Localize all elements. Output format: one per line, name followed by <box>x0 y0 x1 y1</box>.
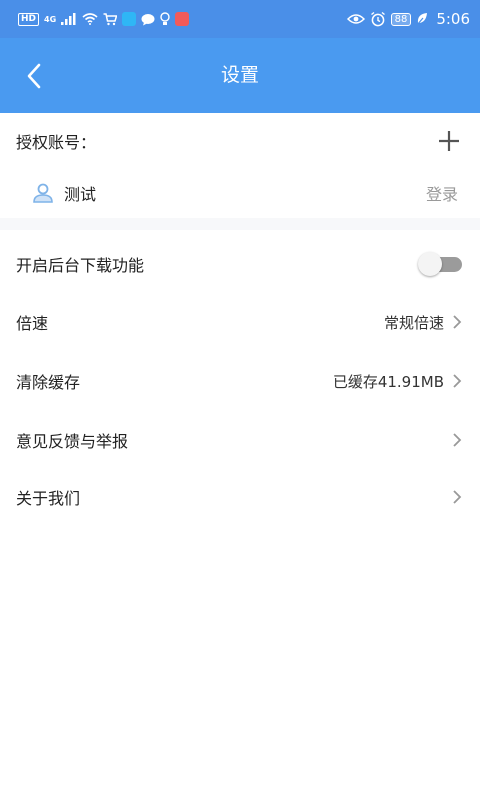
toggle-knob <box>418 251 442 276</box>
account-user-name: 测试 <box>64 185 97 204</box>
speed-value: 常规倍速 <box>383 313 444 332</box>
account-label: 授权账号： <box>16 132 97 152</box>
status-bar: HD 4G 88 5:06 <box>0 0 480 38</box>
about-row[interactable]: 关于我们 <box>0 469 480 525</box>
wifi-icon <box>82 13 98 25</box>
background-download-row: 开启后台下载功能 <box>0 235 480 292</box>
account-user-info: 测试 <box>16 181 96 205</box>
clear-cache-label: 清除缓存 <box>16 373 81 392</box>
feedback-row[interactable]: 意见反馈与举报 <box>0 411 480 469</box>
hd-badge: HD <box>18 12 40 26</box>
background-download-toggle[interactable] <box>418 251 462 276</box>
battery-indicator: 88 <box>390 12 412 26</box>
chevron-right-icon <box>453 315 462 329</box>
feedback-label: 意见反馈与举报 <box>16 432 129 451</box>
chat-bubble-icon <box>141 13 155 25</box>
speed-value-group: 常规倍速 <box>384 312 464 333</box>
chevron-right-icon <box>453 433 462 447</box>
cart-icon <box>103 12 118 25</box>
plus-icon <box>439 130 459 151</box>
speed-row[interactable]: 倍速 常规倍速 <box>0 293 480 351</box>
alarm-icon <box>370 11 385 27</box>
login-button[interactable]: 登录 <box>426 181 464 205</box>
about-chevron-group <box>450 488 464 506</box>
cache-size-value: 已缓存41.91MB <box>332 372 444 391</box>
clock: 5:06 <box>436 10 470 28</box>
chevron-right-icon <box>453 374 462 388</box>
clear-cache-row[interactable]: 清除缓存 已缓存41.91MB <box>0 352 480 410</box>
user-icon <box>33 183 53 203</box>
speed-label: 倍速 <box>16 314 49 333</box>
back-button[interactable] <box>14 56 54 96</box>
network-type-badge: 4G <box>44 14 57 24</box>
section-divider <box>0 218 480 230</box>
app-notification-icon <box>175 12 190 26</box>
add-account-button[interactable] <box>438 130 464 152</box>
signal-icon <box>61 13 76 25</box>
chevron-right-icon <box>453 490 462 504</box>
search-app-icon <box>122 12 137 26</box>
clear-cache-value-group: 已缓存41.91MB <box>333 371 464 392</box>
status-bar-right: 88 5:06 <box>346 10 470 28</box>
page-title: 设置 <box>220 64 259 86</box>
background-download-label: 开启后台下载功能 <box>16 255 145 275</box>
eye-icon <box>346 14 365 24</box>
app-bar: 设置 <box>0 38 480 113</box>
bulb-icon <box>160 12 170 25</box>
chevron-left-icon <box>27 63 41 89</box>
account-user-row[interactable]: 测试 登录 <box>0 168 480 218</box>
feedback-chevron-group <box>450 431 464 449</box>
account-header-row: 授权账号： <box>0 113 480 168</box>
leaf-icon <box>416 13 428 26</box>
status-bar-left: HD 4G <box>18 12 190 26</box>
about-label: 关于我们 <box>16 489 81 508</box>
